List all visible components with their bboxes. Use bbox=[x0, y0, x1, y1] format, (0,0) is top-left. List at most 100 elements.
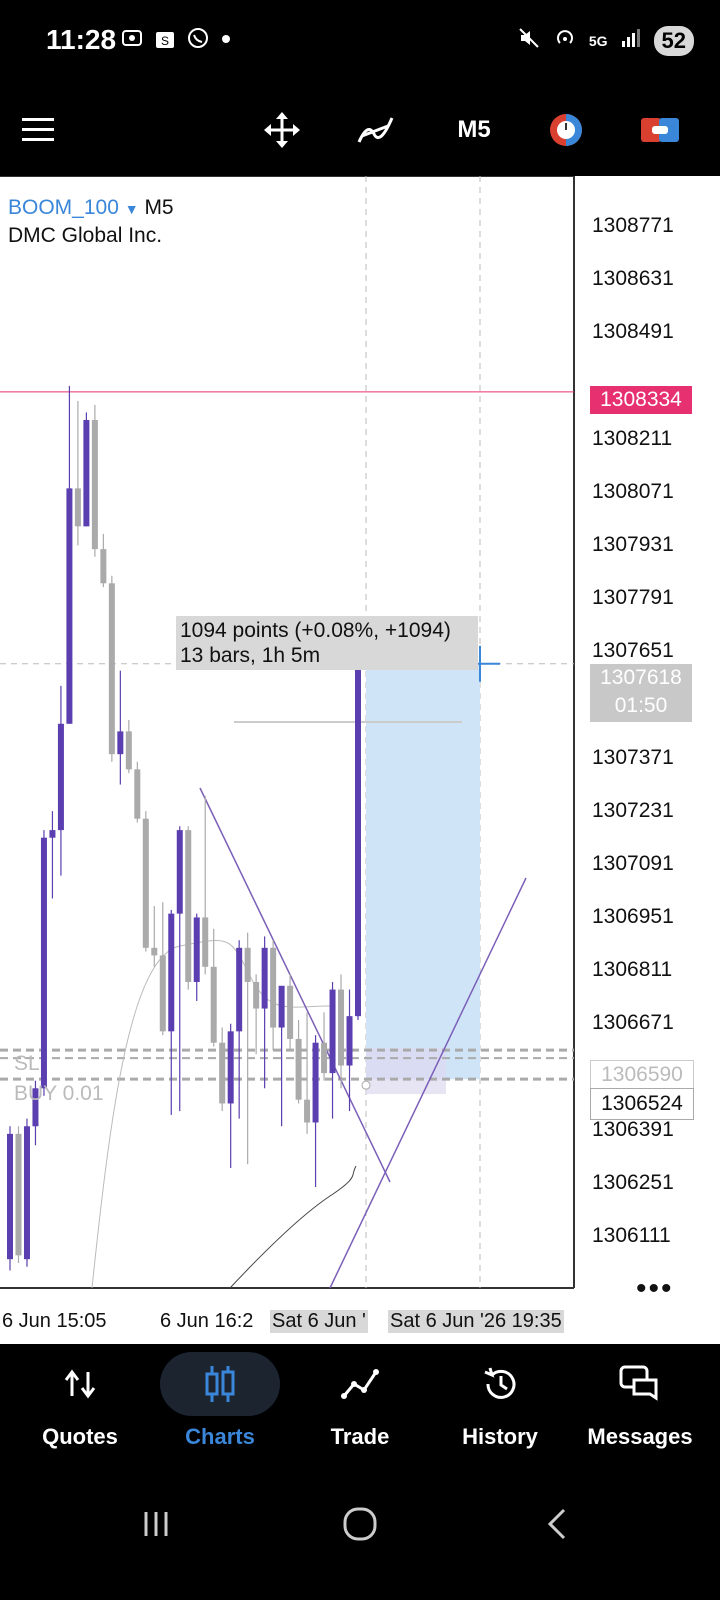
candle-body bbox=[142, 818, 149, 948]
status-bar: 11:28 S 5G 52 bbox=[0, 0, 720, 84]
candle-body bbox=[108, 583, 115, 755]
candle-body bbox=[176, 830, 183, 914]
candle-body bbox=[355, 663, 361, 1017]
candle-body bbox=[338, 989, 345, 1066]
trendline-down bbox=[199, 787, 391, 1183]
candle-body bbox=[219, 1042, 226, 1104]
mute-icon bbox=[517, 26, 541, 56]
current-price-tag: 1308334 bbox=[590, 386, 692, 414]
candle-body bbox=[168, 913, 175, 1032]
chart-symbol-header[interactable]: BOOM_100 ▼ M5 bbox=[8, 196, 174, 220]
y-axis-tick-label: 1308771 bbox=[592, 214, 674, 237]
candle-body bbox=[134, 769, 141, 819]
nav-label: Messages bbox=[587, 1424, 693, 1449]
whatsapp-icon bbox=[186, 26, 210, 56]
y-axis-tick-label: 1306951 bbox=[592, 905, 674, 929]
nav-label: Trade bbox=[330, 1424, 390, 1449]
shopping-icon: S bbox=[154, 26, 176, 56]
messages-icon bbox=[580, 1352, 700, 1416]
svg-text:S: S bbox=[161, 34, 169, 48]
y-axis-tick-label: 1306111 bbox=[592, 1224, 671, 1247]
candle-body bbox=[159, 955, 166, 1032]
nav-trade[interactable]: Trade bbox=[290, 1352, 430, 1472]
candle-body bbox=[117, 731, 124, 755]
candle-body bbox=[57, 723, 64, 831]
candle-body bbox=[23, 1126, 30, 1260]
y-axis-tick-label: 1307791 bbox=[592, 586, 674, 610]
candle-body bbox=[83, 420, 90, 527]
nav-charts[interactable]: Charts bbox=[150, 1352, 290, 1472]
recent-apps-icon[interactable] bbox=[138, 1506, 174, 1547]
candle-body bbox=[346, 1016, 353, 1066]
measure-bars: 13 bars, 1h 5m bbox=[180, 644, 321, 667]
y-axis-tick-label: 1308631 bbox=[592, 267, 674, 291]
crosshair-price-tag: 1307618 01:50 bbox=[590, 664, 692, 722]
measure-rectangle bbox=[366, 663, 480, 1080]
symbol-dropdown-icon[interactable]: ▼ bbox=[125, 201, 139, 217]
y-axis-tick-label: 1306811 bbox=[592, 958, 673, 982]
quotes-icon bbox=[20, 1352, 140, 1416]
x-axis-tick-label: Sat 6 Jun ' bbox=[270, 1310, 368, 1333]
stop-loss-label[interactable]: SL bbox=[14, 1052, 40, 1076]
candle-body bbox=[329, 989, 336, 1074]
candle-body bbox=[227, 1031, 234, 1104]
y-axis-tick-label: 1308211 bbox=[592, 426, 673, 450]
candle-body bbox=[193, 917, 200, 982]
measure-tooltip: 1094 points (+0.08%, +1094) 13 bars, 1h … bbox=[176, 616, 478, 670]
measure-points: 1094 points (+0.08%, +1094) bbox=[180, 619, 451, 642]
y-axis-tick-label: 1306251 bbox=[592, 1170, 674, 1194]
candle-body bbox=[278, 985, 285, 1028]
y-axis-tick-label: 1306391 bbox=[592, 1117, 674, 1141]
bid-price-tag: 1306524 bbox=[590, 1088, 694, 1120]
crosshair-price: 1307618 bbox=[600, 666, 682, 689]
notification-icons: S bbox=[120, 26, 232, 56]
nav-messages[interactable]: Messages bbox=[570, 1352, 710, 1472]
buy-position-label[interactable]: BUY 0.01 bbox=[14, 1082, 104, 1106]
timeframe-button[interactable]: M5 bbox=[444, 102, 504, 158]
y-axis-tick-label: 1308071 bbox=[592, 479, 674, 503]
more-options-icon[interactable]: ••• bbox=[636, 1272, 674, 1306]
home-icon[interactable] bbox=[340, 1504, 380, 1549]
nav-quotes[interactable]: Quotes bbox=[10, 1352, 150, 1472]
nav-label: Quotes bbox=[42, 1424, 118, 1449]
ask-price-tag: 1306590 bbox=[590, 1060, 694, 1090]
candle-body bbox=[15, 1133, 22, 1256]
candle-body bbox=[202, 917, 209, 967]
nav-label: Charts bbox=[185, 1424, 255, 1449]
candle-body bbox=[321, 1042, 328, 1074]
crosshair-time: 01:50 bbox=[614, 694, 668, 717]
y-axis-tick-label: 1307651 bbox=[592, 639, 674, 663]
x-axis-tick-label: 6 Jun 16:2 bbox=[160, 1310, 254, 1332]
chart-toolbar: M5 bbox=[0, 84, 720, 176]
candle-body bbox=[261, 947, 268, 1009]
signal-icon bbox=[620, 27, 642, 55]
moving-average-fast bbox=[229, 1165, 357, 1289]
candle-body bbox=[151, 947, 158, 956]
y-axis-tick-label: 1306671 bbox=[592, 1011, 674, 1035]
charts-icon bbox=[160, 1352, 280, 1416]
symbol-timeframe: M5 bbox=[144, 196, 174, 219]
y-axis-tick-label: 1308491 bbox=[592, 320, 674, 344]
x-axis-tick-label: 6 Jun 15:05 bbox=[2, 1310, 107, 1332]
new-order-icon[interactable] bbox=[638, 102, 682, 158]
candle-body bbox=[304, 1099, 311, 1123]
network-type: 5G bbox=[588, 33, 608, 49]
candle-body bbox=[270, 947, 277, 1028]
y-axis-tick-label: 1307371 bbox=[592, 745, 674, 769]
indicators-icon[interactable] bbox=[352, 102, 400, 158]
candle-body bbox=[236, 947, 243, 1032]
candle-body bbox=[210, 966, 217, 1043]
back-icon[interactable] bbox=[540, 1506, 576, 1547]
history-icon bbox=[440, 1352, 560, 1416]
candle-body bbox=[91, 420, 98, 550]
symbol-name[interactable]: BOOM_100 bbox=[8, 196, 119, 219]
dot-icon bbox=[220, 26, 232, 56]
hamburger-menu-icon[interactable] bbox=[16, 102, 60, 158]
one-click-trading-icon[interactable] bbox=[544, 102, 588, 158]
nav-history[interactable]: History bbox=[430, 1352, 570, 1472]
entry-point-marker bbox=[361, 1080, 371, 1090]
candle-body bbox=[295, 1038, 302, 1100]
nav-label: History bbox=[462, 1424, 538, 1449]
crosshair-move-icon[interactable] bbox=[258, 102, 306, 158]
hotspot-icon bbox=[553, 26, 577, 56]
